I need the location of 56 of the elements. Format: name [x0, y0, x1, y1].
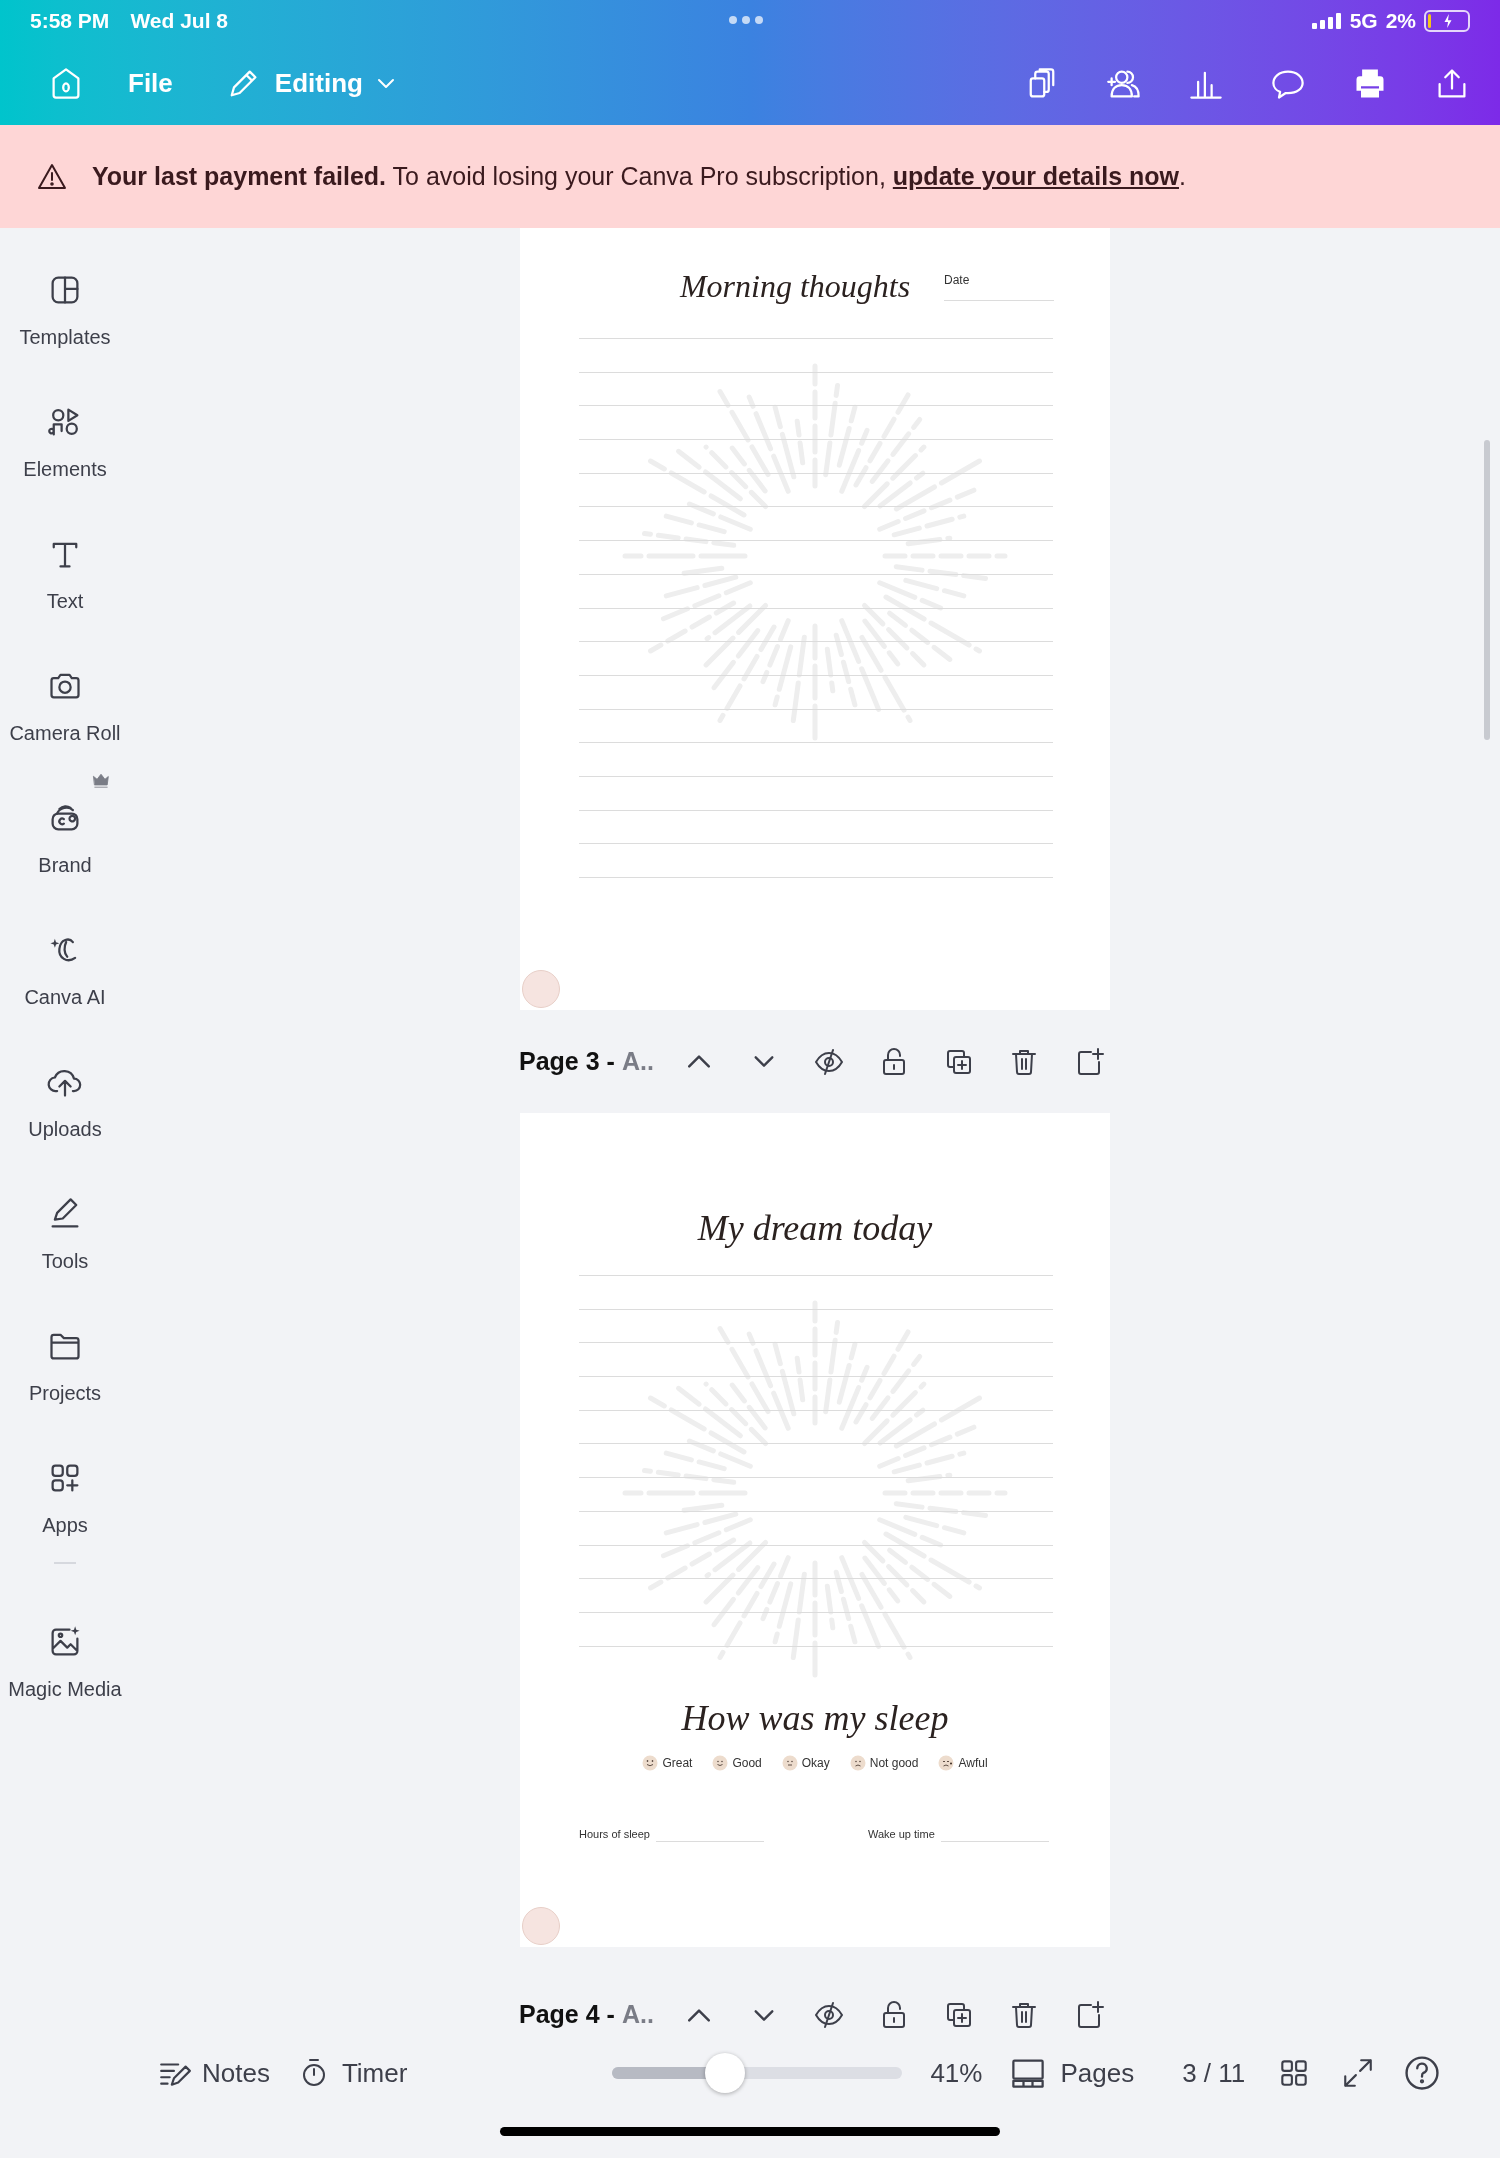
sidebar-item[interactable]: Uploads: [0, 1064, 130, 1196]
sidebar-item[interactable]: Camera Roll: [0, 668, 130, 800]
mood-option: Great: [662, 1754, 693, 1772]
zoom-slider[interactable]: [612, 2053, 903, 2093]
page-title: Morning thoughts: [678, 267, 912, 306]
sidebar-item[interactable]: Templates: [0, 272, 130, 404]
page-counter: 3 / 11: [1182, 2056, 1246, 2090]
pages-button[interactable]: Pages: [1010, 2053, 1135, 2093]
sidebar-item[interactable]: Apps: [0, 1460, 130, 1592]
status-time: 5:58 PM: [30, 8, 110, 35]
field-label: Hours of sleep: [579, 1827, 650, 1842]
sidebar-item[interactable]: Projects: [0, 1328, 130, 1460]
sidebar-item[interactable]: Text: [0, 536, 130, 668]
sidebar-item[interactable]: Magic Media: [0, 1624, 130, 1756]
network-label: 5G: [1349, 8, 1378, 35]
face-icon: [938, 1755, 955, 1771]
chevron-down-icon[interactable]: [753, 1055, 775, 1068]
face-icon: [849, 1755, 866, 1771]
date-label: Date: [944, 272, 970, 289]
page-label: Page 4 -: [519, 1999, 615, 2031]
logo-image: [522, 1907, 560, 1945]
face-icon: [712, 1755, 729, 1771]
sidebar-item[interactable]: Elements: [0, 404, 130, 536]
section-title: How was my sleep: [680, 1697, 950, 1740]
zoom-level: 41%: [930, 2056, 983, 2090]
page-name: A..: [621, 1999, 654, 2031]
field-label: Wake up time: [867, 1827, 935, 1842]
battery-level: 2%: [1385, 8, 1416, 35]
face-icon: [781, 1755, 798, 1771]
scrollbar[interactable]: [1484, 440, 1490, 740]
signal-icon: [1311, 13, 1342, 29]
battery-icon: [1424, 10, 1470, 32]
timer-button[interactable]: Timer: [297, 2053, 408, 2093]
sidebar-item[interactable]: Brand: [0, 800, 130, 932]
page-label: Page 3 -: [519, 1045, 615, 1077]
chevron-up-icon[interactable]: [688, 2008, 710, 2022]
logo-image: [522, 970, 560, 1008]
banner-message: Your last payment failed. To avoid losing your Canva Pro subscription, update your details now.: [92, 160, 1186, 192]
mood-option: Awful: [958, 1754, 988, 1772]
face-icon: [642, 1755, 659, 1771]
status-date: Wed Jul 8: [130, 8, 228, 35]
mood-option: Not good: [869, 1754, 919, 1772]
chevron-up-icon[interactable]: [688, 1055, 710, 1068]
page-name: A..: [621, 1045, 654, 1077]
sidebar-item[interactable]: Canva AI: [0, 932, 130, 1064]
update-details-link[interactable]: update your details now: [892, 161, 1179, 190]
sidebar-item[interactable]: Tools: [0, 1196, 130, 1328]
hide-icon[interactable]: [813, 1999, 845, 2031]
slider-thumb[interactable]: [704, 2053, 745, 2093]
chevron-down-icon[interactable]: [753, 2008, 775, 2022]
page-title: My dream today: [696, 1207, 934, 1250]
mood-option: Okay: [801, 1754, 830, 1772]
help-icon[interactable]: [1403, 2054, 1442, 2092]
caret-icon: [376, 78, 395, 89]
mood-option: Good: [732, 1754, 762, 1772]
notes-button[interactable]: Notes: [158, 2053, 270, 2093]
